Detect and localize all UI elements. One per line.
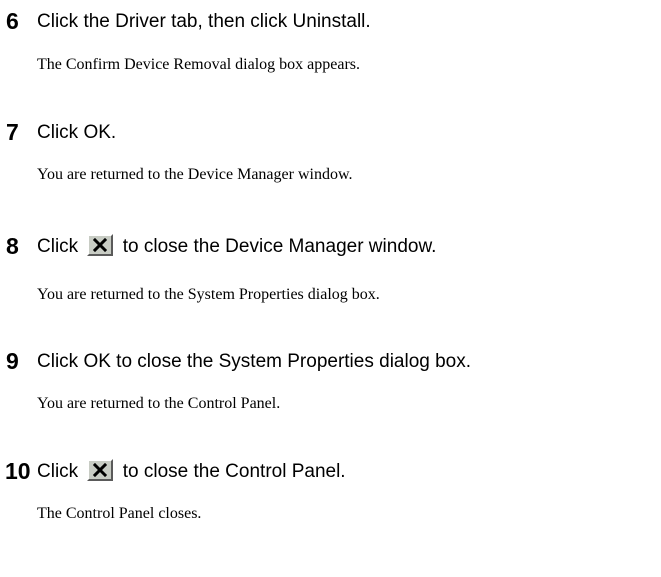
step-result: The Confirm Device Removal dialog box ap…	[37, 56, 361, 73]
step-number: 7	[6, 119, 19, 145]
step-instruction: Click OK.	[37, 122, 117, 143]
step-result: You are returned to the Device Manager w…	[37, 166, 353, 183]
step-number: 9	[6, 348, 19, 374]
step-instruction-tail: to close the Control Panel.	[122, 461, 346, 482]
step-instruction: Click to close the Control Panel.	[37, 458, 346, 482]
close-x-icon	[93, 237, 108, 252]
close-x-icon	[93, 462, 108, 477]
step-number: 10	[5, 458, 31, 484]
step-result: You are returned to the Control Panel.	[37, 395, 281, 412]
step-instruction-tail: to close the Device Manager window.	[122, 236, 437, 257]
step-instruction: Click OK to close the System Properties …	[37, 351, 472, 372]
step-instruction-lead: Click	[37, 461, 79, 482]
step-instruction-lead: Click	[37, 236, 79, 257]
step-result: The Control Panel closes.	[37, 505, 202, 522]
step-result: You are returned to the System Propertie…	[37, 286, 380, 303]
step-instruction: Click to close the Device Manager window…	[37, 233, 437, 257]
step-number: 6	[6, 8, 19, 34]
close-button-icon	[87, 233, 114, 256]
step-number: 8	[6, 233, 19, 259]
close-button-icon	[87, 458, 114, 481]
step-instruction: Click the Driver tab, then click Uninsta…	[37, 11, 371, 32]
